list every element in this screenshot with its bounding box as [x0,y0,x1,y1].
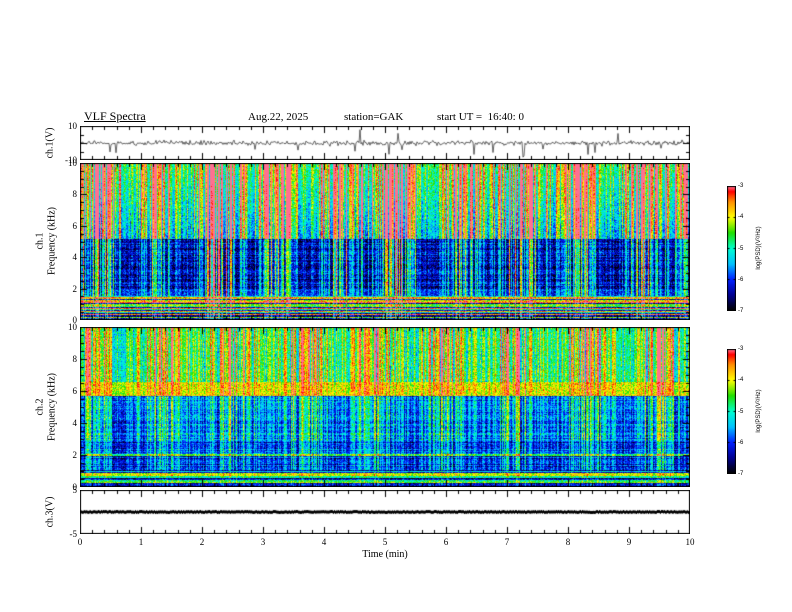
colorbar-tick-label: -7 [738,471,744,477]
y-tick-label: 8 [72,354,78,364]
figure-title: VLF Spectra [84,109,146,123]
x-tick-label: 10 [685,537,695,547]
y-tick-label: 2 [72,450,78,460]
ch1-waveform-plot [80,126,690,160]
figure-date: Aug.22, 2025 [248,111,309,123]
ch2-channel-label: ch.2 [34,398,46,416]
ch2-frequency-axis-label: Frequency (kHz) [46,372,58,442]
colorbar-ch2-axis-label: log(PSD)(V²/Hz) [756,389,762,433]
time-axis-label: Time (min) [362,549,408,560]
x-tick-label: 5 [382,537,388,547]
start-ut-label: start UT = 16:40: 0 [437,111,524,123]
colorbar-ch1 [727,186,736,311]
colorbar-tick-label: -3 [738,346,744,352]
y-tick-label: 6 [72,386,78,396]
x-tick-label: 4 [321,537,327,547]
y-tick-label: -5 [69,529,78,539]
x-tick-label: 8 [565,537,571,547]
ch3-voltage-axis-label: ch.3(V) [44,496,56,528]
vlf-spectra-figure: VLF Spectra Aug.22, 2025 station=GAK sta… [0,0,792,612]
colorbar-tick-label: -4 [738,214,744,221]
y-tick-label: 4 [72,252,78,263]
x-tick-label: 0 [77,537,83,547]
colorbar-tick-label: -5 [738,245,744,252]
colorbar-tick-label: -4 [738,377,744,384]
y-tick-label: 8 [72,189,78,200]
y-tick-label: 5 [72,485,78,495]
colorbar-tick-label: -7 [738,308,744,314]
x-tick-label: 6 [443,537,449,547]
ch1-channel-label: ch.1 [34,232,46,250]
colorbar-tick-label: -6 [738,439,744,446]
colorbar-tick-label: -6 [738,276,744,283]
colorbar-ch1-axis-label: log(PSD)(V²/Hz) [756,226,762,270]
x-tick-label: 1 [138,537,144,547]
y-tick-label: 10 [68,121,77,131]
colorbar-tick-label: -5 [738,408,744,415]
ch1-spectrogram-plot [80,163,690,320]
y-tick-label: 10 [68,322,77,332]
x-tick-label: 3 [260,537,266,547]
y-tick-label: 6 [72,220,78,231]
ch1-frequency-axis-label: Frequency (kHz) [46,206,58,276]
x-tick-label: 9 [626,537,632,547]
x-tick-label: 2 [199,537,205,547]
colorbar-tick-label: -3 [738,183,744,189]
station-label: station=GAK [344,111,404,123]
colorbar-ch2 [727,349,736,474]
ch2-spectrogram-plot [80,327,690,487]
y-tick-label: 10 [68,158,77,168]
y-tick-label: 2 [72,283,78,294]
x-tick-label: 7 [504,537,510,547]
ch3-waveform-plot [80,490,690,534]
y-tick-label: 4 [72,418,78,428]
ch1-voltage-axis-label: ch.1(V) [44,127,56,159]
